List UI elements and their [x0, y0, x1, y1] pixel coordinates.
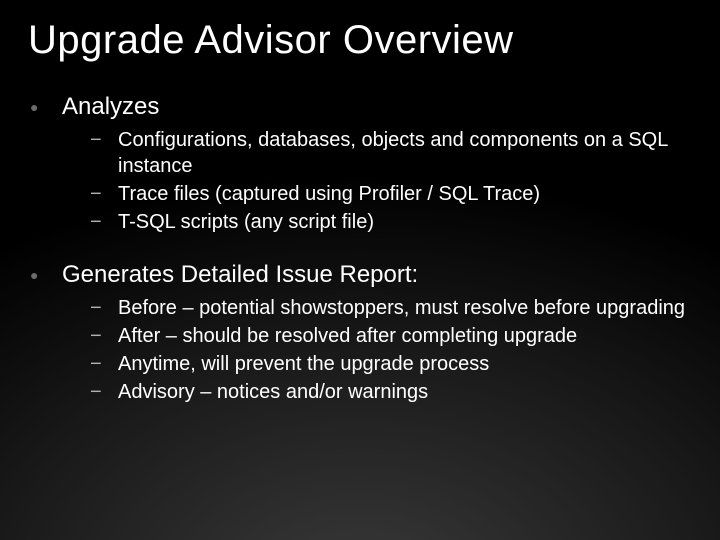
section-1-sublist: − Configurations, databases, objects and…: [90, 127, 692, 235]
list-item: − Advisory – notices and/or warnings: [90, 379, 692, 405]
list-item-text: After – should be resolved after complet…: [118, 323, 692, 349]
section-2-heading: Generates Detailed Issue Report:: [62, 259, 418, 291]
list-item: − T-SQL scripts (any script file): [90, 209, 692, 235]
list-item: − Trace files (captured using Profiler /…: [90, 181, 692, 207]
list-item: − Anytime, will prevent the upgrade proc…: [90, 351, 692, 377]
dash-icon: −: [90, 295, 118, 321]
list-item-text: Before – potential showstoppers, must re…: [118, 295, 692, 321]
list-item: − Before – potential showstoppers, must …: [90, 295, 692, 321]
section-2: ● Generates Detailed Issue Report:: [28, 259, 692, 291]
dash-icon: −: [90, 209, 118, 235]
section-1-heading: Analyzes: [62, 91, 159, 123]
dash-icon: −: [90, 379, 118, 405]
section-2-sublist: − Before – potential showstoppers, must …: [90, 295, 692, 405]
slide-title: Upgrade Advisor Overview: [28, 18, 692, 63]
list-item-text: Configurations, databases, objects and c…: [118, 127, 692, 179]
list-item-text: Anytime, will prevent the upgrade proces…: [118, 351, 692, 377]
dash-icon: −: [90, 351, 118, 377]
dash-icon: −: [90, 323, 118, 349]
list-item-text: Trace files (captured using Profiler / S…: [118, 181, 692, 207]
list-item-text: Advisory – notices and/or warnings: [118, 379, 692, 405]
bullet-icon: ●: [28, 259, 62, 291]
bullet-icon: ●: [28, 91, 62, 123]
list-item: − Configurations, databases, objects and…: [90, 127, 692, 179]
list-item: − After – should be resolved after compl…: [90, 323, 692, 349]
list-item-text: T-SQL scripts (any script file): [118, 209, 692, 235]
dash-icon: −: [90, 127, 118, 153]
section-1: ● Analyzes: [28, 91, 692, 123]
dash-icon: −: [90, 181, 118, 207]
